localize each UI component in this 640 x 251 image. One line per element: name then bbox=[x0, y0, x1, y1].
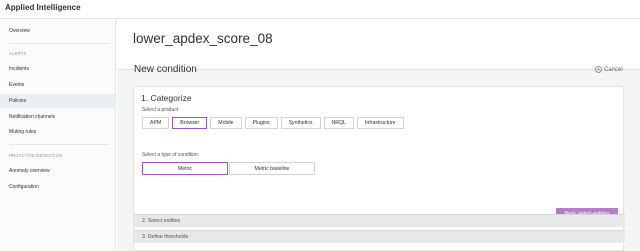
condition-type-selector: Metric Metric baseline bbox=[142, 162, 315, 175]
sidebar-item-events[interactable]: Events bbox=[0, 78, 116, 92]
product-infrastructure-button[interactable]: Infrastructure bbox=[356, 117, 404, 129]
sidebar-item-overview[interactable]: Overview bbox=[0, 24, 116, 38]
sidebar-divider bbox=[9, 144, 109, 145]
cancel-label: Cancel bbox=[604, 67, 623, 74]
sidebar-item-policies[interactable]: Policies bbox=[0, 94, 116, 108]
section-title: New condition bbox=[134, 64, 197, 75]
product-mobile-button[interactable]: Mobile bbox=[210, 117, 242, 129]
sidebar: Overview ALERTS Incidents Events Policie… bbox=[0, 20, 116, 251]
step-define-thresholds[interactable]: 3. Define thresholds bbox=[134, 230, 625, 243]
condition-metric-baseline-button[interactable]: Metric baseline bbox=[229, 162, 315, 175]
sidebar-item-incidents[interactable]: Incidents bbox=[0, 62, 116, 76]
sidebar-item-anomaly-overview[interactable]: Anomaly overview bbox=[0, 164, 116, 178]
categorize-panel: 1. Categorize Select a product APM Brows… bbox=[133, 86, 625, 251]
sidebar-heading-proactive-detection: PROACTIVE DETECTION bbox=[9, 153, 63, 158]
product-nrql-button[interactable]: NRQL bbox=[323, 117, 354, 129]
condition-metric-button[interactable]: Metric bbox=[142, 162, 228, 175]
main-content: lower_apdex_score_08 New condition ✕ Canc… bbox=[117, 20, 640, 251]
sidebar-heading-alerts: ALERTS bbox=[9, 51, 27, 56]
product-plugins-button[interactable]: Plugins bbox=[244, 117, 278, 129]
step-select-entities[interactable]: 2. Select entities bbox=[134, 214, 625, 227]
sidebar-item-notification-channels[interactable]: Notification channels bbox=[0, 110, 116, 124]
product-browser-button[interactable]: Browser bbox=[172, 117, 208, 129]
product-selector: APM Browser Mobile Plugins Synthetics NR… bbox=[142, 117, 404, 129]
condition-type-label: Select a type of condition bbox=[142, 152, 198, 158]
top-bar: Applied Intelligence bbox=[0, 0, 640, 19]
cancel-button[interactable]: ✕ Cancel bbox=[595, 66, 623, 73]
sidebar-item-muting-rules[interactable]: Muting rules bbox=[0, 125, 116, 139]
step-title: 1. Categorize bbox=[141, 93, 192, 103]
product-apm-button[interactable]: APM bbox=[142, 117, 170, 129]
sidebar-item-configuration[interactable]: Configuration bbox=[0, 180, 116, 194]
product-synthetics-button[interactable]: Synthetics bbox=[280, 117, 321, 129]
close-icon: ✕ bbox=[595, 66, 602, 73]
sidebar-divider bbox=[9, 43, 109, 44]
page-title: lower_apdex_score_08 bbox=[133, 31, 273, 46]
product-label: Select a product bbox=[142, 107, 179, 113]
app-title: Applied Intelligence bbox=[5, 3, 81, 12]
